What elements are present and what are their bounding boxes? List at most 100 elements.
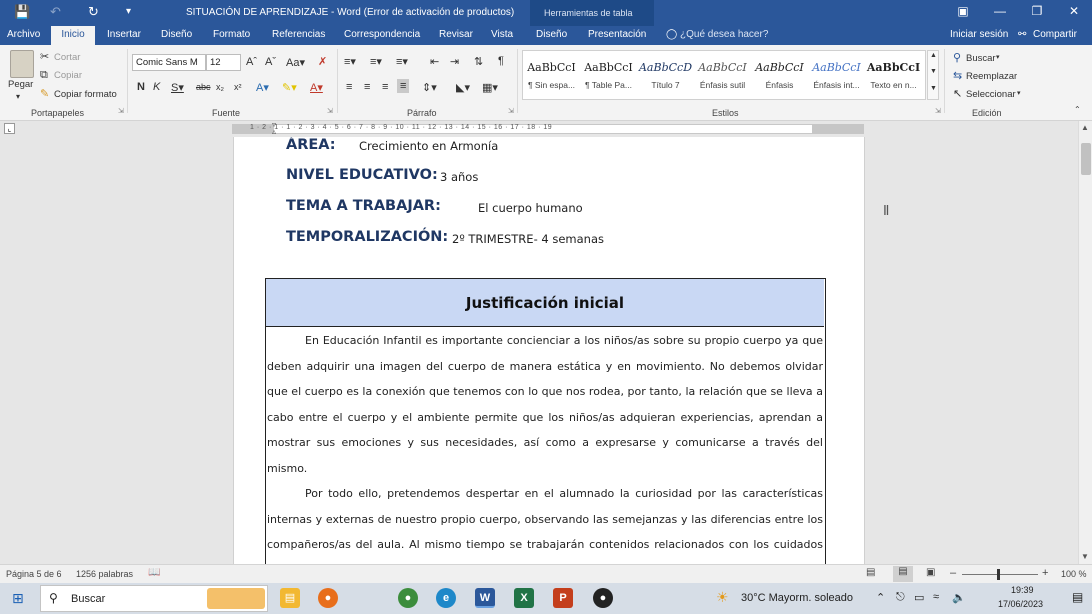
replace-icon[interactable]: ⇆ — [953, 69, 962, 82]
signin-link[interactable]: Iniciar sesión — [950, 29, 1008, 40]
styles-dialog-launcher-icon[interactable]: ⇲ — [935, 107, 941, 115]
font-name-combo[interactable]: Comic Sans M — [132, 54, 206, 71]
excel-icon[interactable]: X — [514, 588, 534, 608]
select-dropdown-icon[interactable]: ▾ — [1017, 89, 1021, 97]
page-count[interactable]: Página 5 de 6 — [6, 569, 62, 579]
grow-font-icon[interactable]: Aˆ — [246, 56, 257, 68]
tab-formato[interactable]: Formato — [213, 29, 250, 40]
table-body-cell[interactable]: En Educación Infantil es importante conc… — [267, 328, 823, 564]
bullets-icon[interactable]: ≡▾ — [344, 55, 356, 68]
find-icon[interactable]: ⚲ — [953, 51, 961, 64]
subscript-icon[interactable]: x₂ — [216, 82, 224, 92]
tab-table-diseno[interactable]: Diseño — [536, 29, 567, 40]
copy-icon[interactable]: ⧉ — [40, 69, 48, 82]
word-icon[interactable]: W — [475, 588, 495, 608]
tab-correspondencia[interactable]: Correspondencia — [344, 29, 420, 40]
dialog-launcher-icon[interactable]: ⇲ — [118, 107, 124, 115]
replace-button[interactable]: Reemplazar — [966, 71, 1017, 82]
tab-archivo[interactable]: Archivo — [7, 29, 40, 40]
paragraph-dialog-launcher-icon[interactable]: ⇲ — [508, 107, 514, 115]
edge-icon[interactable]: e — [436, 588, 456, 608]
redo-icon[interactable]: ↻ — [88, 4, 99, 20]
style-table-paragraph[interactable]: AaBbCcI ¶ Table Pa... — [580, 51, 637, 99]
zoom-slider-thumb[interactable] — [997, 569, 1000, 580]
decrease-indent-icon[interactable]: ⇤ — [430, 55, 439, 68]
weather-text[interactable]: 30°C Mayorm. soleado — [741, 592, 853, 604]
copy-button[interactable]: Copiar — [54, 70, 82, 81]
line-spacing-icon[interactable]: ⇕▾ — [422, 81, 437, 94]
font-color-icon[interactable]: A▾ — [310, 81, 323, 94]
share-button[interactable]: Compartir — [1033, 29, 1077, 40]
hanging-indent-icon[interactable]: ▵ — [272, 127, 276, 136]
paste-button[interactable]: Pegar — [8, 79, 33, 90]
style-enfasis-sutil[interactable]: AaBbCcI Énfasis sutil — [694, 51, 751, 99]
style-titulo-7[interactable]: AaBbCcD Título 7 — [637, 51, 694, 99]
multilevel-list-icon[interactable]: ≡▾ — [396, 55, 408, 68]
superscript-icon[interactable]: x² — [234, 82, 242, 92]
cut-button[interactable]: Cortar — [54, 52, 80, 63]
customize-qat-icon[interactable]: ▾ — [126, 6, 131, 17]
microphone-icon[interactable]: ⎋ — [896, 591, 905, 604]
strikethrough-icon[interactable]: abc — [196, 82, 211, 92]
print-layout-icon[interactable]: ▤ — [893, 566, 913, 582]
vertical-scrollbar[interactable]: ▲ ▼ — [1078, 121, 1092, 564]
file-explorer-icon[interactable]: ▤ — [280, 588, 300, 608]
clock-time[interactable]: 19:39 — [1011, 585, 1034, 595]
save-icon[interactable]: 💾 — [14, 4, 30, 20]
restore-button[interactable]: ❐ — [1024, 4, 1050, 18]
tab-revisar[interactable]: Revisar — [439, 29, 473, 40]
justify-icon[interactable]: ≡ — [397, 79, 410, 93]
document-page[interactable]: ÁREA: Crecimiento en Armonía NIVEL EDUCA… — [233, 137, 865, 564]
zoom-slider[interactable] — [962, 574, 1038, 575]
scroll-up-icon[interactable]: ▲ — [1081, 123, 1089, 132]
collapse-ribbon-icon[interactable]: ⌃ — [1074, 105, 1081, 114]
notifications-icon[interactable]: ▤ — [1072, 590, 1083, 604]
close-button[interactable]: ✕ — [1061, 4, 1087, 18]
paste-icon[interactable] — [10, 50, 34, 78]
style-texto-negrita[interactable]: AaBbCcI Texto en n... — [865, 51, 922, 99]
read-mode-icon[interactable]: ▤ — [866, 567, 875, 578]
windows-start-icon[interactable]: ⊞ — [12, 590, 24, 607]
numbering-icon[interactable]: ≡▾ — [370, 55, 382, 68]
borders-icon[interactable]: ▦▾ — [482, 81, 498, 94]
ribbon-display-icon[interactable]: ▣ — [950, 4, 976, 18]
find-dropdown-icon[interactable]: ▾ — [996, 53, 1000, 61]
paste-dropdown-icon[interactable]: ▾ — [16, 92, 20, 101]
select-button[interactable]: Seleccionar — [966, 89, 1016, 100]
change-case-icon[interactable]: Aa▾ — [286, 56, 305, 69]
tab-vista[interactable]: Vista — [491, 29, 513, 40]
tab-presentacion[interactable]: Presentación — [588, 29, 646, 40]
clear-formatting-icon[interactable]: ✗ — [318, 55, 327, 68]
firefox-icon[interactable]: ● — [318, 588, 338, 608]
scroll-down-icon[interactable]: ▼ — [1081, 552, 1089, 561]
increase-indent-icon[interactable]: ⇥ — [450, 55, 459, 68]
align-left-icon[interactable]: ≡ — [346, 81, 352, 93]
underline-icon[interactable]: S▾ — [171, 81, 184, 94]
word-count[interactable]: 1256 palabras — [76, 569, 133, 579]
tab-diseno[interactable]: Diseño — [161, 29, 192, 40]
tab-referencias[interactable]: Referencias — [272, 29, 325, 40]
clock-date[interactable]: 17/06/2023 — [998, 599, 1043, 609]
style-enfasis-intenso[interactable]: AaBbCcI Énfasis int... — [808, 51, 865, 99]
shrink-font-icon[interactable]: Aˇ — [265, 56, 276, 68]
minimize-button[interactable]: — — [987, 4, 1013, 18]
battery-icon[interactable]: ▭ — [914, 591, 924, 604]
proofing-icon[interactable]: 📖 — [148, 567, 160, 578]
show-marks-icon[interactable]: ¶ — [498, 55, 504, 67]
format-painter-icon[interactable]: ✎ — [40, 87, 49, 100]
zoom-level[interactable]: 100 % — [1061, 569, 1087, 579]
highlight-icon[interactable]: ✎▾ — [282, 81, 297, 94]
align-center-icon[interactable]: ≡ — [364, 81, 370, 93]
taskbar-search[interactable]: ⚲ Buscar — [40, 585, 268, 612]
font-size-combo[interactable]: 12 — [206, 54, 241, 71]
recorder-icon[interactable]: ● — [593, 588, 613, 608]
powerpoint-icon[interactable]: P — [553, 588, 573, 608]
tab-inicio[interactable]: Inicio — [51, 26, 95, 45]
sort-icon[interactable]: ⇅ — [474, 55, 483, 68]
undo-icon[interactable]: ↶ — [50, 4, 61, 20]
web-layout-icon[interactable]: ▣ — [926, 567, 935, 578]
tray-chevron-icon[interactable]: ⌃ — [876, 591, 885, 604]
zoom-out-icon[interactable]: – — [950, 567, 956, 579]
bold-icon[interactable]: N — [137, 81, 145, 93]
style-sin-espaciado[interactable]: AaBbCcI ¶ Sin espa... — [523, 51, 580, 99]
